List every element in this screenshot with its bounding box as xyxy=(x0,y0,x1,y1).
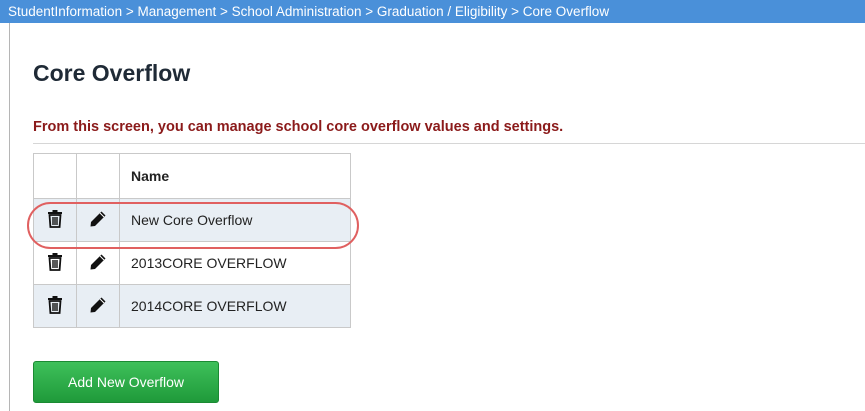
table-row: New Core Overflow xyxy=(33,198,351,242)
pencil-icon[interactable] xyxy=(89,253,107,271)
table-header-row: Name xyxy=(33,153,351,199)
left-border xyxy=(9,23,10,411)
page-title: Core Overflow xyxy=(33,60,191,86)
page-description: From this screen, you can manage school … xyxy=(33,119,564,135)
core-overflow-table: Name New Core Overflow 2013CORE OVERFLOW xyxy=(33,153,351,328)
header-edit-column xyxy=(76,153,120,199)
table-row: 2013CORE OVERFLOW xyxy=(33,241,351,285)
row-name[interactable]: New Core Overflow xyxy=(119,198,351,242)
trash-icon[interactable] xyxy=(46,252,64,271)
row-name[interactable]: 2014CORE OVERFLOW xyxy=(119,284,351,328)
header-name[interactable]: Name xyxy=(119,153,351,199)
divider xyxy=(33,143,865,144)
pencil-icon[interactable] xyxy=(89,296,107,314)
header-delete-column xyxy=(33,153,77,199)
add-new-overflow-button[interactable]: Add New Overflow xyxy=(33,361,219,403)
trash-icon[interactable] xyxy=(46,295,64,314)
pencil-icon[interactable] xyxy=(89,210,107,228)
trash-icon[interactable] xyxy=(46,209,64,228)
table-row: 2014CORE OVERFLOW xyxy=(33,284,351,328)
row-name[interactable]: 2013CORE OVERFLOW xyxy=(119,241,351,285)
breadcrumb[interactable]: StudentInformation > Management > School… xyxy=(0,0,865,23)
